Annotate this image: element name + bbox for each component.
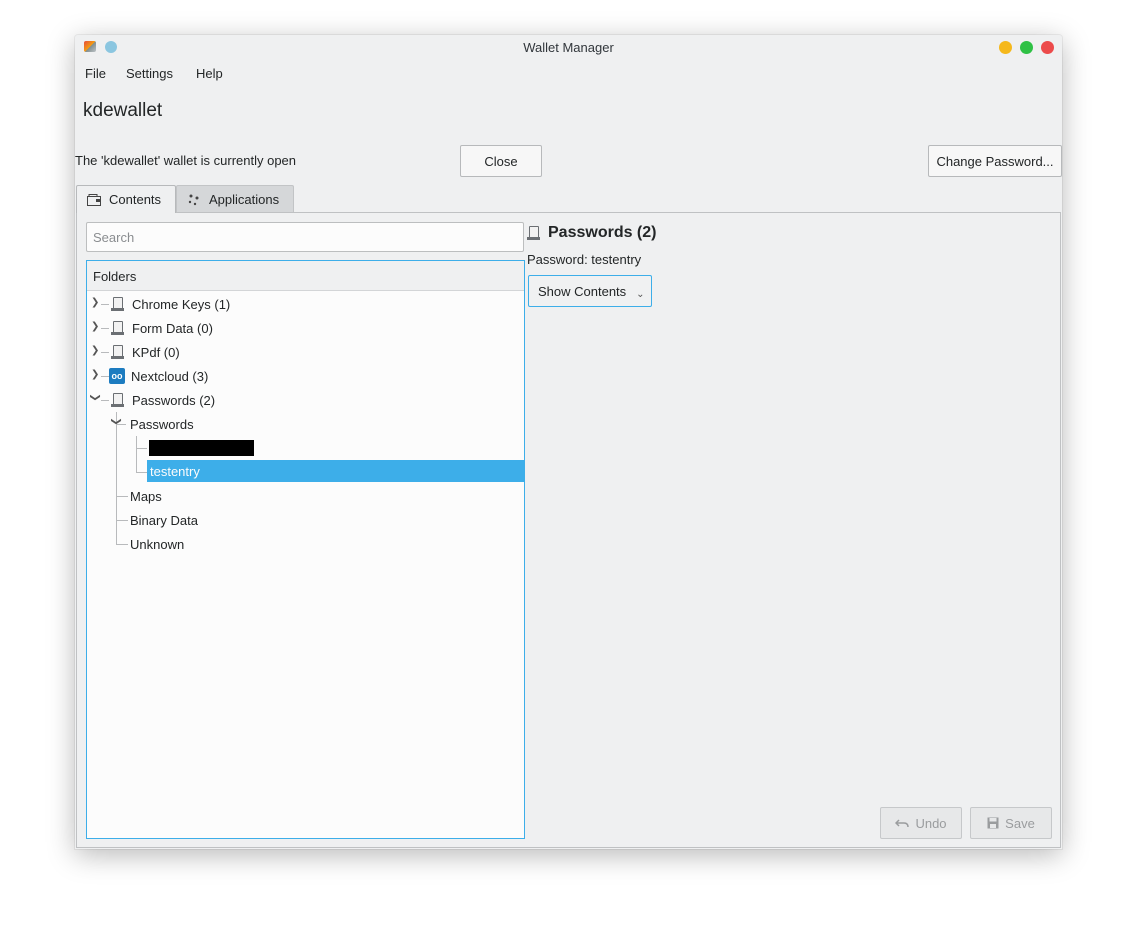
folder-label: Form Data (0) [132,320,213,336]
minimize-button[interactable] [999,41,1012,54]
folder-icon [111,297,124,311]
undo-button[interactable]: Undo [880,807,962,839]
search-input[interactable] [86,222,524,252]
expand-chevron-icon[interactable]: ❯ [91,345,99,356]
undo-icon [895,819,910,828]
menu-help[interactable]: Help [196,66,223,81]
expand-chevron-icon[interactable]: ❯ [91,321,99,332]
wallet-name: kdewallet [83,100,163,121]
chevron-down-icon: ⌄ [636,288,645,300]
folder-label: Nextcloud (3) [131,368,209,384]
collapse-chevron-icon[interactable]: ❯ [111,417,122,425]
tab-applications-label: Applications [209,192,280,207]
folder-kpdf[interactable]: KPdf (0) [111,340,180,364]
folder-tree[interactable]: Folders ❯ Chrome Keys (1) ❯ Form Data (0… [86,260,525,839]
tree-header[interactable]: Folders [87,261,524,291]
save-button[interactable]: Save [970,807,1052,839]
subfolder-passwords[interactable]: Passwords [130,412,194,436]
folder-icon [111,321,124,335]
show-contents-label: Show Contents [538,283,627,299]
folder-icon [111,345,124,359]
redacted-entry[interactable] [149,440,254,456]
folder-label: KPdf (0) [132,344,180,360]
folder-icon [111,393,124,407]
tab-contents[interactable]: Contents [76,185,176,213]
folder-chrome-keys[interactable]: Chrome Keys (1) [111,292,230,316]
close-wallet-button[interactable]: Close [460,145,542,177]
change-password-button[interactable]: Change Password... [928,145,1062,177]
nextcloud-icon: oo [109,368,125,384]
close-window-button[interactable] [1041,41,1054,54]
detail-title: Passwords (2) [527,224,656,242]
expand-chevron-icon[interactable]: ❯ [91,369,99,380]
folder-label: Passwords (2) [132,392,216,408]
maximize-button[interactable] [1020,41,1033,54]
tab-contents-label: Contents [109,192,162,207]
show-contents-button[interactable]: Show Contents ⌄ [528,275,652,307]
folder-passwords[interactable]: Passwords (2) [111,388,215,412]
undo-label: Undo [915,815,947,831]
folder-nextcloud[interactable]: oo Nextcloud (3) [109,364,208,388]
save-icon [987,817,999,829]
folder-icon [527,226,540,240]
subfolder-unknown[interactable]: Unknown [130,532,184,556]
wallet-status: The 'kdewallet' wallet is currently open [75,153,297,168]
menu-settings[interactable]: Settings [126,66,173,81]
menu-file[interactable]: File [85,66,106,81]
subfolder-maps[interactable]: Maps [130,484,162,508]
entry-testentry[interactable]: testentry [147,460,524,482]
detail-title-text: Passwords (2) [548,224,657,241]
title-bar[interactable]: Wallet Manager [75,35,1062,59]
expand-chevron-icon[interactable]: ❯ [91,297,99,308]
collapse-chevron-icon[interactable]: ❯ [90,393,101,401]
subfolder-binary-data[interactable]: Binary Data [130,508,198,532]
detail-subtitle: Password: testentry [527,252,642,267]
wallet-icon [87,193,101,206]
folder-form-data[interactable]: Form Data (0) [111,316,213,340]
save-label: Save [1005,815,1035,831]
applications-icon [188,194,199,205]
folder-label: Chrome Keys (1) [132,296,231,312]
wallet-manager-window: Wallet Manager File Settings Help kdewal… [75,35,1062,849]
window-title: Wallet Manager [523,40,614,55]
tab-applications[interactable]: Applications [176,185,294,213]
